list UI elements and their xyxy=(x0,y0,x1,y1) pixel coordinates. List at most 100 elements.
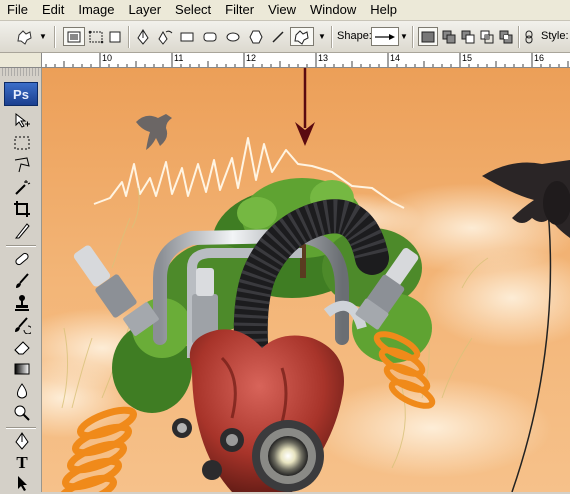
menu-filter[interactable]: Filter xyxy=(218,0,261,20)
move-tool[interactable] xyxy=(10,110,34,132)
shape-tools-caret-icon[interactable]: ▼ xyxy=(318,27,326,46)
drop-icon xyxy=(17,383,27,399)
subtract-shape-icon xyxy=(461,30,475,43)
clone-stamp-tool[interactable] xyxy=(10,292,34,314)
divider xyxy=(412,26,414,48)
history-brush-tool[interactable] xyxy=(10,314,34,336)
menu-help[interactable]: Help xyxy=(363,0,404,20)
crop-tool[interactable] xyxy=(10,198,34,220)
paths-icon xyxy=(88,30,104,43)
path-selection-tool[interactable] xyxy=(10,472,34,494)
arrow-cursor-icon xyxy=(18,476,27,491)
intersect-shape-button[interactable] xyxy=(478,27,496,46)
subtract-shape-button[interactable] xyxy=(459,27,477,46)
panel-grip[interactable] xyxy=(2,68,40,76)
healing-brush-tool[interactable] xyxy=(10,248,34,270)
exclude-shape-icon xyxy=(499,30,513,43)
divider xyxy=(54,26,56,48)
pen-icon xyxy=(137,28,149,45)
ruler-label: 13 xyxy=(318,53,329,63)
pen-tool[interactable] xyxy=(10,430,34,452)
line-icon xyxy=(272,30,284,43)
fill-pixels-icon xyxy=(109,31,121,42)
shape-picker-caret-icon[interactable]: ▼ xyxy=(400,27,408,46)
shape-picker[interactable] xyxy=(371,27,399,46)
freeform-pen-icon xyxy=(158,30,173,45)
magic-wand-tool[interactable] xyxy=(10,176,34,198)
gradient-icon xyxy=(14,363,30,375)
divider xyxy=(6,427,36,429)
dodge-icon xyxy=(14,405,30,421)
menu-select[interactable]: Select xyxy=(168,0,218,20)
link-style-button[interactable] xyxy=(522,27,536,46)
add-shape-icon xyxy=(442,30,456,43)
horizontal-ruler[interactable]: 10 11 12 13 14 15 16 xyxy=(42,53,570,68)
line-button[interactable] xyxy=(269,27,287,46)
shape-label: Shape: xyxy=(337,30,372,42)
divider xyxy=(331,26,333,48)
photoshop-logo: Ps xyxy=(4,82,38,106)
shape-layers-icon xyxy=(67,31,81,42)
fill-pixels-button[interactable] xyxy=(106,27,124,46)
tools-panel: Ps T xyxy=(0,68,42,492)
custom-shape-icon xyxy=(17,29,32,45)
new-shape-layer-button[interactable] xyxy=(418,27,438,46)
menu-layer[interactable]: Layer xyxy=(122,0,169,20)
rounded-rectangle-icon xyxy=(203,32,217,41)
dodge-tool[interactable] xyxy=(10,402,34,424)
brush-tool[interactable] xyxy=(10,270,34,292)
lasso-icon xyxy=(14,157,30,173)
rectangle-shape-button[interactable] xyxy=(178,27,196,46)
options-bar: ▼ ▼ Shape: ▼ Style: xyxy=(0,21,570,53)
paths-button[interactable] xyxy=(86,27,106,46)
artwork xyxy=(42,68,570,492)
blur-tool[interactable] xyxy=(10,380,34,402)
rounded-rectangle-button[interactable] xyxy=(201,27,219,46)
menu-view[interactable]: View xyxy=(261,0,303,20)
marquee-tool[interactable] xyxy=(10,132,34,154)
ruler-label: 14 xyxy=(390,53,401,63)
preset-dropdown-caret-icon[interactable]: ▼ xyxy=(39,27,47,46)
type-tool[interactable]: T xyxy=(10,452,34,474)
pen-icon xyxy=(15,432,29,450)
add-to-shape-button[interactable] xyxy=(440,27,458,46)
custom-shape-button[interactable] xyxy=(290,27,314,46)
arrow-shape-icon xyxy=(375,33,395,40)
brush-icon xyxy=(16,273,29,288)
eraser-tool[interactable] xyxy=(10,336,34,358)
divider xyxy=(518,26,520,48)
bandage-icon xyxy=(15,252,29,266)
slice-tool[interactable] xyxy=(10,220,34,242)
exclude-shape-button[interactable] xyxy=(497,27,515,46)
ruler-label: 11 xyxy=(174,53,184,63)
ruler-label: 12 xyxy=(246,53,257,63)
ellipse-button[interactable] xyxy=(224,27,242,46)
gradient-tool[interactable] xyxy=(10,358,34,380)
ruler-label: 16 xyxy=(534,53,545,63)
marquee-icon xyxy=(14,136,30,150)
menu-edit[interactable]: Edit xyxy=(35,0,71,20)
lasso-tool[interactable] xyxy=(10,154,34,176)
divider xyxy=(6,245,36,247)
tool-preset-picker[interactable] xyxy=(14,27,36,46)
freeform-pen-button[interactable] xyxy=(155,27,175,46)
document-canvas[interactable] xyxy=(42,68,570,492)
intersect-shape-icon xyxy=(480,30,494,43)
ruler-corner xyxy=(0,53,42,68)
divider xyxy=(128,26,130,48)
magic-wand-icon xyxy=(15,180,31,195)
polygon-button[interactable] xyxy=(247,27,265,46)
style-label: Style: xyxy=(541,30,569,42)
ruler-label: 15 xyxy=(462,53,473,63)
ellipse-icon xyxy=(226,32,240,41)
crop-icon xyxy=(14,201,30,217)
pen-tool-button[interactable] xyxy=(134,27,152,46)
move-icon xyxy=(15,112,30,128)
menu-file[interactable]: File xyxy=(0,0,35,20)
shape-layers-button[interactable] xyxy=(63,27,85,46)
rectangle-icon xyxy=(180,32,194,41)
menu-window[interactable]: Window xyxy=(303,0,363,20)
menu-bar: File Edit Image Layer Select Filter View… xyxy=(0,0,570,21)
menu-image[interactable]: Image xyxy=(71,0,121,20)
slice-icon xyxy=(14,223,30,239)
